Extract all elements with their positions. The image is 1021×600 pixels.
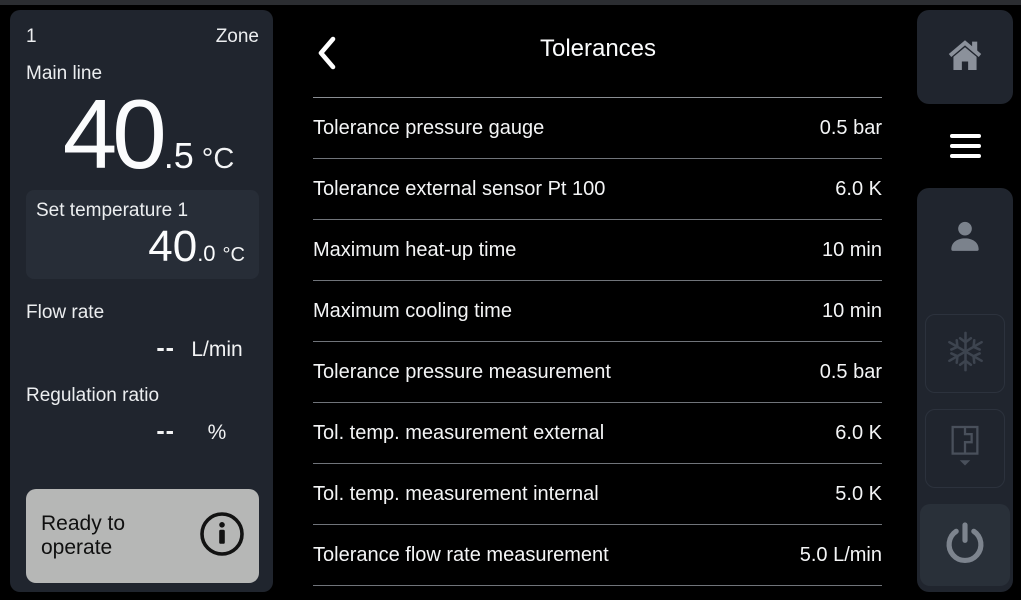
user-icon <box>945 215 985 260</box>
row-label: Tol. temp. measurement internal <box>313 483 599 506</box>
row-label: Tolerance pressure gauge <box>313 117 544 140</box>
regulation-ratio-value-row: -- % <box>26 418 259 446</box>
row-label: Tolerance flow rate measurement <box>313 544 609 567</box>
main-temp-unit: °C <box>202 148 235 171</box>
tolerance-row[interactable]: Tolerance pressure measurement 0.5 bar <box>313 342 882 403</box>
set-temp-fraction: .0 <box>197 242 215 265</box>
sidebar-item-menu[interactable] <box>902 106 1006 186</box>
home-icon <box>945 36 985 79</box>
flow-rate-value: -- <box>156 335 175 363</box>
set-temp-integer: 40 <box>148 224 197 270</box>
page-header: Tolerances <box>300 0 896 97</box>
set-temperature-card[interactable]: Set temperature 1 40 .0 °C <box>26 190 259 278</box>
hmi-screen: 1 Zone Main line 40 .5 °C Set temperatur… <box>0 0 1021 600</box>
row-value: 10 min <box>822 239 882 262</box>
row-value: 6.0 K <box>835 422 882 445</box>
mold-drain-button[interactable] <box>925 409 1005 488</box>
row-value: 6.0 K <box>835 178 882 201</box>
tolerance-row[interactable]: Tol. temp. measurement external 6.0 K <box>313 403 882 464</box>
row-label: Maximum cooling time <box>313 300 512 323</box>
zone-number: 1 <box>26 26 37 48</box>
tolerance-row[interactable]: Tolerance external sensor Pt 100 6.0 K <box>313 159 882 220</box>
tolerance-row[interactable]: Maximum heat-up time 10 min <box>313 220 882 281</box>
power-button[interactable] <box>920 504 1010 586</box>
page-title: Tolerances <box>540 35 656 63</box>
tolerances-view: Tolerances Tolerance pressure gauge 0.5 … <box>300 0 896 600</box>
row-value: 0.5 bar <box>820 117 882 140</box>
zone-header: 1 Zone <box>26 26 259 48</box>
row-value: 10 min <box>822 300 882 323</box>
tolerance-row[interactable]: Tolerance flow rate measurement 5.0 L/mi… <box>313 525 882 586</box>
sidebar-item-home[interactable] <box>917 10 1013 104</box>
info-icon[interactable] <box>198 510 246 563</box>
row-value: 5.0 K <box>835 483 882 506</box>
row-value: 0.5 bar <box>820 361 882 384</box>
flow-rate-value-row: -- L/min <box>26 335 259 363</box>
zone-label: Zone <box>216 26 259 48</box>
main-temperature-display: 40 .5 °C <box>26 95 259 173</box>
set-temperature-label: Set temperature 1 <box>36 200 247 222</box>
regulation-ratio-label: Regulation ratio <box>26 385 259 407</box>
row-label: Tol. temp. measurement external <box>313 422 604 445</box>
row-label: Tolerance pressure measurement <box>313 361 611 384</box>
regulation-ratio-unit: % <box>175 421 259 444</box>
flow-rate-unit: L/min <box>175 338 259 361</box>
sidebar-lower <box>917 188 1013 592</box>
sidebar-item-user[interactable] <box>917 215 1013 260</box>
tolerance-row[interactable]: Maximum cooling time 10 min <box>313 281 882 342</box>
back-button[interactable] <box>306 34 346 76</box>
set-temp-unit: °C <box>223 245 245 266</box>
sidebar <box>917 10 1013 592</box>
cooling-button[interactable] <box>925 314 1005 393</box>
zone-panel: 1 Zone Main line 40 .5 °C Set temperatur… <box>10 10 273 592</box>
mold-drain-icon <box>946 423 984 474</box>
main-temp-fraction: .5 <box>164 142 194 171</box>
chevron-left-icon <box>316 36 337 75</box>
row-label: Maximum heat-up time <box>313 239 516 262</box>
power-icon <box>942 520 988 571</box>
status-card[interactable]: Ready to operate <box>26 489 259 583</box>
flow-rate-label: Flow rate <box>26 302 259 324</box>
tolerance-row[interactable]: Tol. temp. measurement internal 5.0 K <box>313 464 882 525</box>
row-label: Tolerance external sensor Pt 100 <box>313 178 605 201</box>
set-temperature-value: 40 .0 °C <box>36 224 247 270</box>
row-value: 5.0 L/min <box>800 544 882 567</box>
tolerance-row[interactable]: Tolerance pressure gauge 0.5 bar <box>313 98 882 159</box>
snowflake-icon <box>942 328 989 380</box>
main-temp-integer: 40 <box>63 95 162 173</box>
regulation-ratio-value: -- <box>156 418 175 446</box>
status-text: Ready to operate <box>41 512 198 560</box>
tolerances-list: Tolerance pressure gauge 0.5 bar Toleran… <box>313 97 882 586</box>
